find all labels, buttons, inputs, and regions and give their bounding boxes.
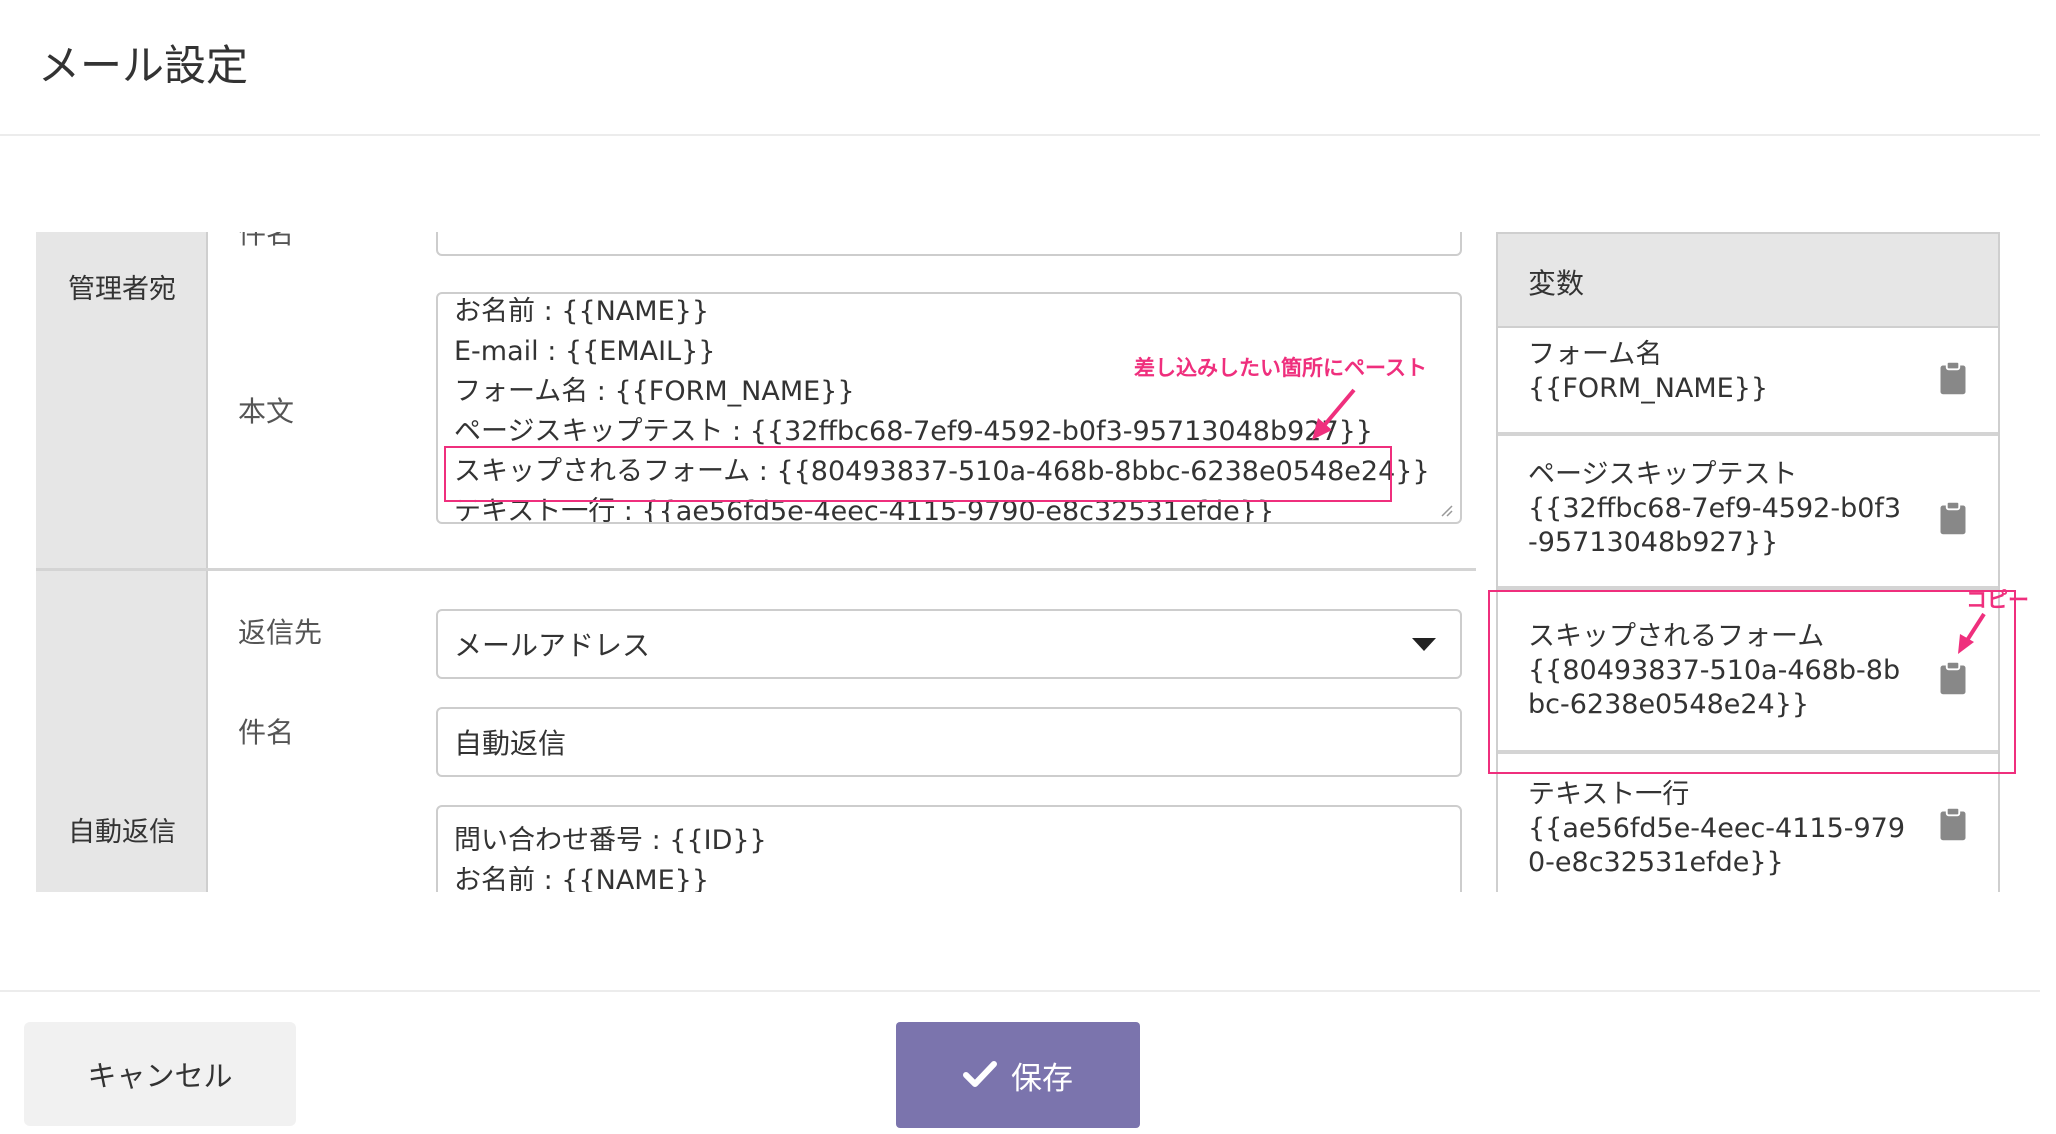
admin-subject-label: 件名 [238, 232, 295, 250]
page-header: メール設定 [0, 0, 2040, 136]
paste-target-highlight [444, 446, 1392, 502]
variable-code: {{32ffbc68-7ef9-4592-b0f3-95713048b927}} [1528, 493, 1902, 558]
save-button[interactable]: 保存 [896, 1022, 1140, 1128]
variables-panel-header: 変数 [1498, 234, 1998, 328]
save-button-label: 保存 [1011, 1060, 1073, 1097]
auto-body-line: 問い合わせ番号 : {{ID}} [454, 825, 767, 856]
copy-target-highlight [1488, 590, 2016, 774]
admin-body-label: 本文 [238, 395, 295, 428]
auto-reply-section-label-cell: 自動返信 [36, 571, 208, 892]
variable-code: {{FORM_NAME}} [1528, 373, 1769, 404]
auto-subject-value: 自動返信 [454, 727, 567, 760]
auto-reply-section: 自動返信 返信先 メールアドレス 件名 自動返信 問い合わせ番号 : {{ID}… [36, 571, 1476, 892]
reply-to-label: 返信先 [238, 616, 323, 649]
auto-body-line: お名前 : {{NAME}} [454, 865, 709, 892]
annotation-arrow-icon [1312, 388, 1356, 440]
variable-name: フォーム名 [1528, 339, 1663, 370]
auto-reply-section-label: 自動返信 [68, 817, 176, 848]
admin-subject-input[interactable] [436, 232, 1462, 256]
clipboard-icon[interactable] [1938, 500, 1968, 536]
admin-section: 管理者宛 件名 本文 お名前 : {{NAME}} E-mail : {{EMA… [36, 232, 1476, 571]
page-title: メール設定 [38, 41, 249, 90]
admin-body-line: お名前 : {{NAME}} [454, 296, 709, 327]
resize-grip-icon[interactable] [1438, 502, 1454, 518]
mail-settings-content: 管理者宛 件名 本文 お名前 : {{NAME}} E-mail : {{EMA… [36, 232, 2036, 892]
admin-body-line: フォーム名 : {{FORM_NAME}} [454, 376, 855, 407]
auto-body-textarea[interactable]: 問い合わせ番号 : {{ID}} お名前 : {{NAME}} [436, 805, 1462, 892]
admin-body-line: E-mail : {{EMAIL}} [454, 336, 716, 367]
variable-text: フォーム名 {{FORM_NAME}} [1528, 338, 1908, 406]
reply-to-value: メールアドレス [454, 629, 651, 662]
variables-panel-title: 変数 [1528, 267, 1585, 300]
paste-annotation: 差し込みしたい箇所にペースト [1134, 356, 1427, 380]
variable-text: ページスキップテスト {{32ffbc68-7ef9-4592-b0f3-957… [1528, 458, 1908, 560]
reply-to-select[interactable]: メールアドレス [436, 609, 1462, 679]
auto-subject-label: 件名 [238, 716, 295, 749]
annotation-arrow-icon [1958, 612, 1986, 654]
variable-text: テキスト一行 {{ae56fd5e-4eec-4115-9790-e8c3253… [1528, 778, 1908, 880]
check-icon [963, 1061, 997, 1087]
footer-divider [0, 990, 2040, 992]
variable-item: テキスト一行 {{ae56fd5e-4eec-4115-9790-e8c3253… [1498, 754, 1998, 892]
clipboard-icon[interactable] [1938, 806, 1968, 842]
variable-code: {{ae56fd5e-4eec-4115-9790-e8c32531efde}} [1528, 813, 1906, 878]
variable-name: ページスキップテスト [1528, 459, 1798, 490]
admin-section-label: 管理者宛 [68, 274, 176, 305]
caret-down-icon [1412, 638, 1436, 651]
clipboard-icon[interactable] [1938, 360, 1968, 396]
cancel-button[interactable]: キャンセル [24, 1022, 296, 1126]
auto-subject-input[interactable]: 自動返信 [436, 707, 1462, 777]
variable-item: フォーム名 {{FORM_NAME}} [1498, 328, 1998, 436]
variable-name: テキスト一行 [1528, 779, 1690, 810]
variables-panel: 変数 フォーム名 {{FORM_NAME}} ページスキップテスト {{32ff… [1496, 232, 2000, 892]
cancel-button-label: キャンセル [87, 1059, 233, 1093]
variable-item: ページスキップテスト {{32ffbc68-7ef9-4592-b0f3-957… [1498, 436, 1998, 590]
admin-section-label-cell: 管理者宛 [36, 232, 208, 568]
